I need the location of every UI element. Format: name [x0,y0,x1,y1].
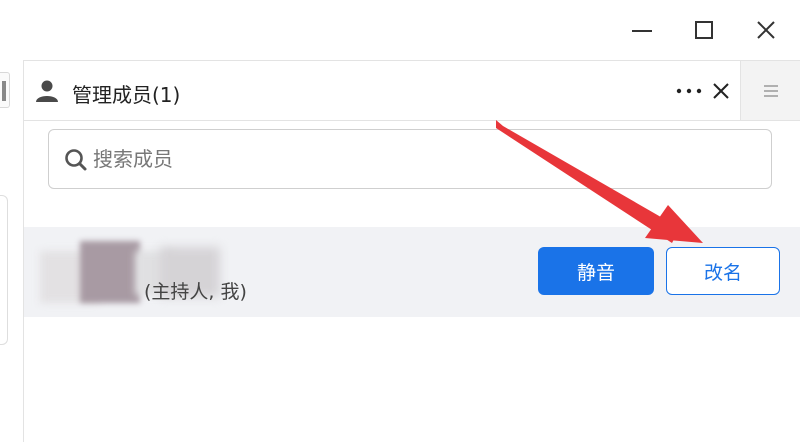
mute-button[interactable]: 静音 [538,247,654,295]
more-dots-icon [676,88,702,94]
maximize-icon [695,21,713,39]
person-icon [36,80,58,102]
panel-menu-button[interactable] [740,61,800,121]
manage-members-panel: 管理成员(1) (主持人, 我) 静音 改名 [24,60,800,442]
left-pane-tab[interactable] [0,72,10,108]
hamburger-icon [763,84,778,97]
minimize-window-button[interactable] [612,0,672,60]
close-icon [713,83,729,99]
more-options-button[interactable] [674,75,704,107]
panel-header: 管理成员(1) [24,61,740,121]
member-role-label: (主持人, 我) [144,281,247,303]
rename-button[interactable]: 改名 [666,247,780,295]
close-icon [757,21,775,39]
left-pane-card [0,195,8,345]
maximize-window-button[interactable] [674,0,734,60]
search-icon [65,149,87,171]
search-input[interactable] [93,142,753,176]
minimize-icon [632,30,652,32]
close-window-button[interactable] [736,0,796,60]
close-panel-button[interactable] [706,75,736,107]
member-search-box[interactable] [48,129,772,189]
panel-title: 管理成员(1) [72,83,181,107]
member-row[interactable]: (主持人, 我) 静音 改名 [24,227,800,317]
